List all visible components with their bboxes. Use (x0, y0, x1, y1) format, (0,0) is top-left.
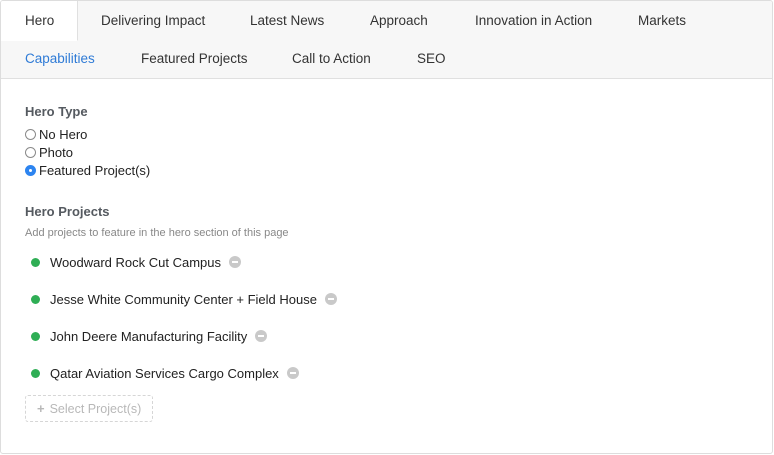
radio-label: No Hero (39, 126, 88, 142)
list-item: Woodward Rock Cut Campus (31, 253, 752, 271)
tab-capabilities[interactable]: Capabilities (25, 51, 95, 66)
radio-button[interactable] (25, 128, 36, 140)
hero-projects-heading: Hero Projects (25, 204, 110, 219)
tab-featured-projects[interactable]: Featured Projects (141, 51, 248, 66)
project-name: Jesse White Community Center + Field Hou… (50, 291, 317, 307)
list-item: Qatar Aviation Services Cargo Complex (31, 364, 752, 382)
tab-innovation-in-action[interactable]: Innovation in Action (475, 13, 592, 28)
radio-option-no-hero[interactable]: No Hero (25, 125, 752, 143)
tab-label: Hero (25, 13, 55, 28)
remove-icon[interactable] (229, 256, 241, 268)
remove-icon[interactable] (324, 293, 337, 305)
project-name: Qatar Aviation Services Cargo Complex (50, 365, 279, 381)
radio-label: Featured Project(s) (39, 162, 151, 178)
radio-label: Photo (39, 144, 73, 160)
hero-type-heading: Hero Type (25, 104, 88, 119)
tab-call-to-action[interactable]: Call to Action (292, 51, 371, 66)
radio-option-featured-projects[interactable]: Featured Project(s) (25, 161, 752, 179)
tab-hero[interactable]: Hero (1, 1, 78, 41)
plus-icon: + (37, 401, 45, 416)
tab-seo[interactable]: SEO (417, 51, 446, 66)
tab-approach[interactable]: Approach (370, 13, 428, 28)
radio-option-photo[interactable]: Photo (25, 143, 752, 161)
tab-latest-news[interactable]: Latest News (250, 13, 324, 28)
status-dot-icon (31, 294, 40, 304)
remove-icon[interactable] (255, 330, 268, 342)
project-name: John Deere Manufacturing Facility (50, 328, 248, 344)
hero-projects-help: Add projects to feature in the hero sect… (25, 227, 289, 239)
status-dot-icon (31, 368, 40, 378)
list-item: Jesse White Community Center + Field Hou… (31, 290, 752, 308)
status-dot-icon (31, 257, 40, 267)
tab-delivering-impact[interactable]: Delivering Impact (101, 13, 205, 28)
status-dot-icon (31, 331, 40, 341)
tab-markets[interactable]: Markets (638, 13, 686, 28)
radio-button[interactable] (25, 146, 36, 158)
list-item: John Deere Manufacturing Facility (31, 327, 752, 345)
hero-settings: Hero Type No Hero Photo Featured Project… (25, 104, 752, 422)
radio-button-checked[interactable] (25, 164, 36, 176)
select-projects-button[interactable]: + Select Project(s) (25, 395, 154, 422)
tab-bar: Hero Delivering Impact Latest News Appro… (1, 1, 772, 79)
remove-icon[interactable] (286, 367, 299, 379)
editor-panel: Hero Delivering Impact Latest News Appro… (0, 0, 773, 454)
project-name: Woodward Rock Cut Campus (50, 254, 221, 270)
select-projects-label: Select Project(s) (49, 401, 142, 416)
